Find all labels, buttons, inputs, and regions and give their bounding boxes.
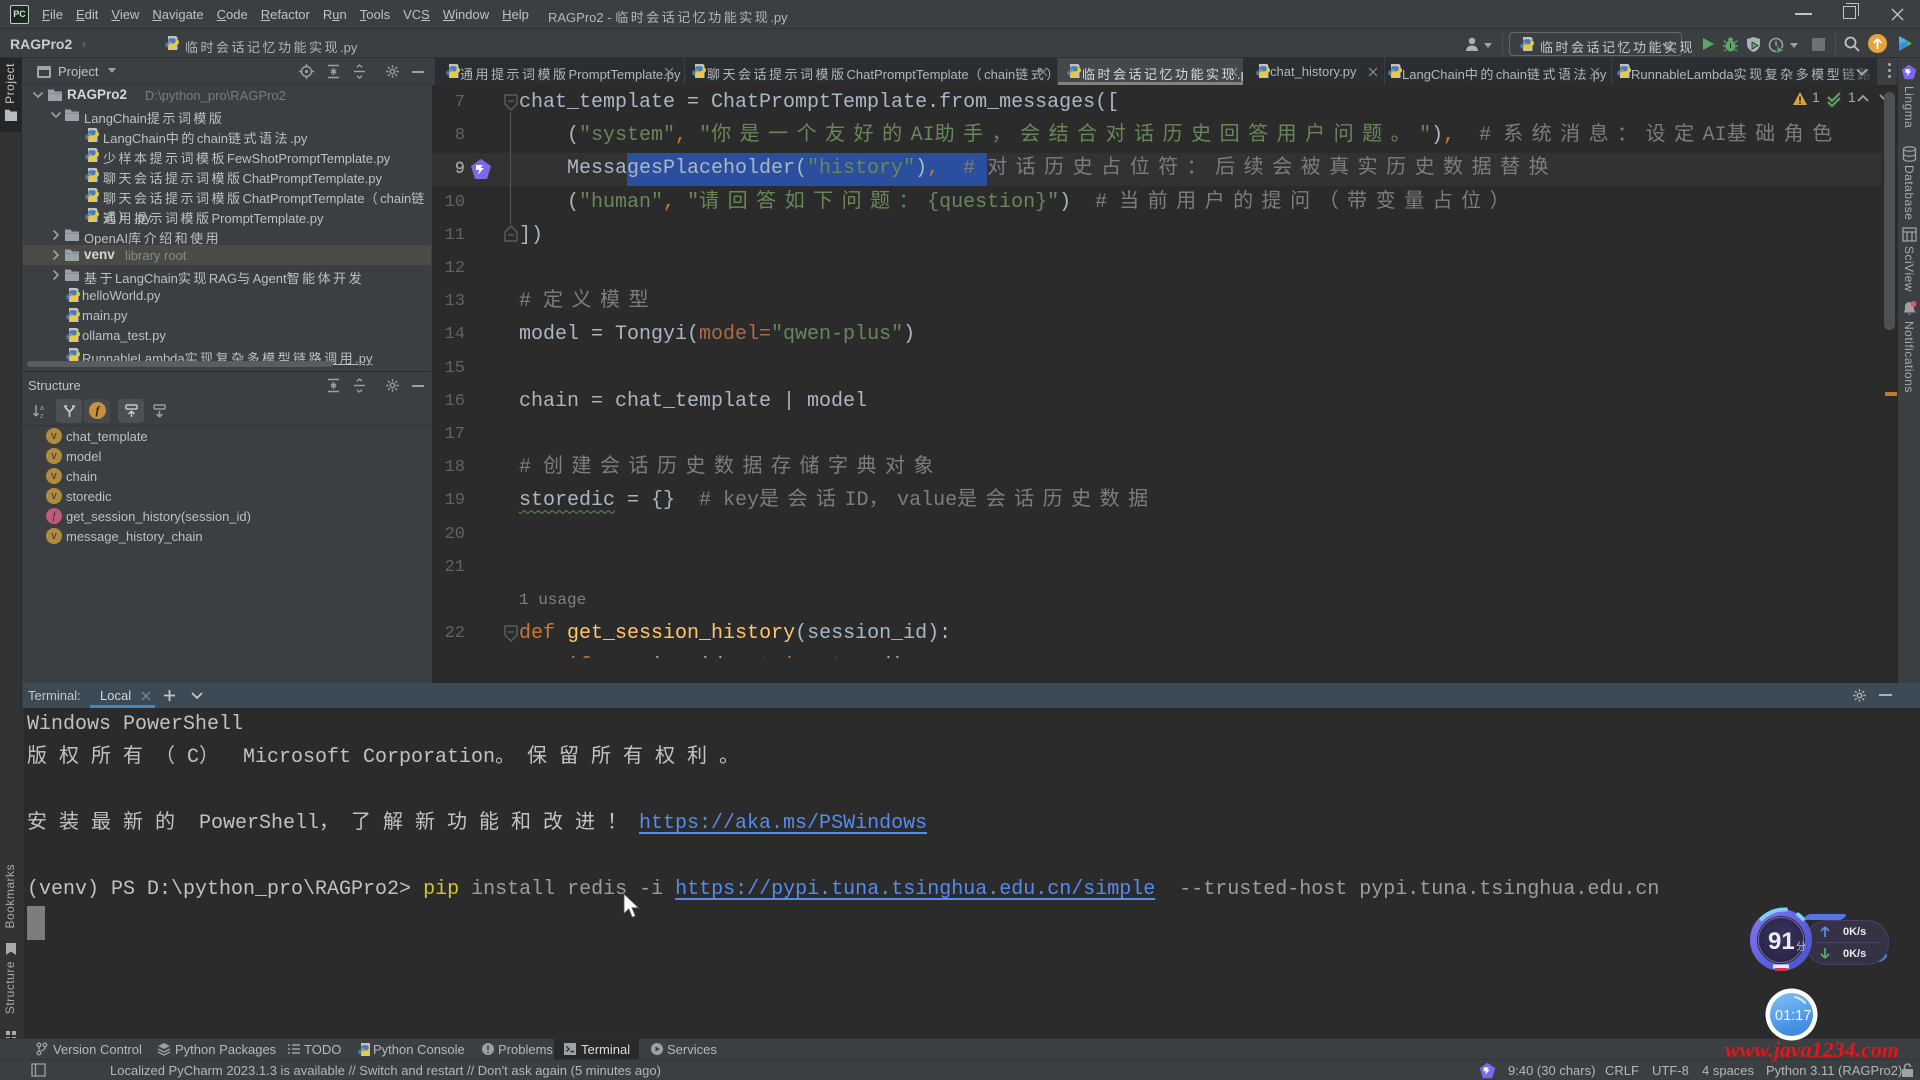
svg-text:z: z bbox=[40, 413, 44, 420]
svg-text:a: a bbox=[40, 405, 44, 412]
